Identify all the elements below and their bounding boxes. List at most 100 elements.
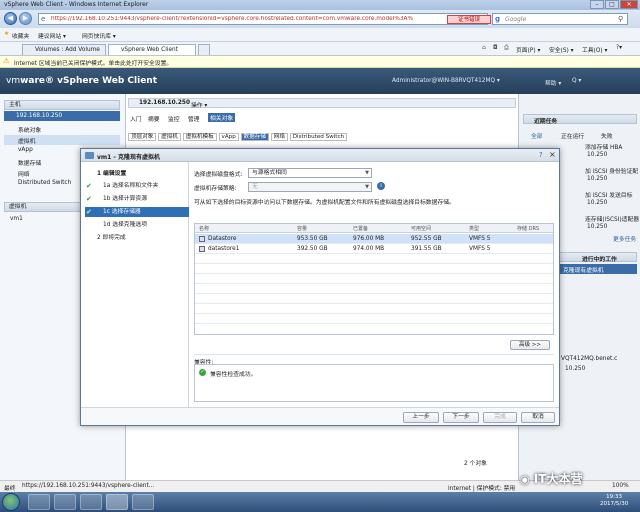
home-icon[interactable]: ⌂ [482,45,486,51]
step-edit-settings[interactable]: 1 编辑设置 [85,169,189,179]
workspace-host: 192.168.10.250 [139,100,190,106]
tab-summary[interactable]: 摘要 [148,114,160,123]
tasks-tab-failed[interactable]: 失败 [601,131,613,140]
start-button[interactable] [2,493,20,511]
dialog-title: vm1 - 克隆现有虚拟机 [97,154,161,161]
col-free[interactable]: 可用空间 [411,225,431,232]
actions-menu[interactable]: 操作 ▾ [191,100,207,109]
taskbar-clock[interactable]: 19:33 2017/5/30 [600,494,628,508]
col-name[interactable]: 名称 [199,225,209,232]
cancel-button[interactable]: 取消 [521,412,555,423]
nav-item-datastores[interactable]: 数据存储 [18,158,41,167]
feeds-icon[interactable]: ◘ [493,45,498,51]
menu-safety[interactable]: 安全(S) ▾ [549,45,574,54]
nav-item-system-objects[interactable]: 系统对象 [18,125,41,134]
maximize-button[interactable]: □ [605,0,619,9]
tab-monitor[interactable]: 监控 [168,114,180,123]
logo-brand: vm [6,76,21,86]
nav-item-vms[interactable]: 虚拟机 [18,136,35,145]
explorer-icon[interactable] [80,494,102,510]
menu-tools[interactable]: 工具(O) ▾ [582,45,607,54]
nav-item-dswitch[interactable]: Distributed Switch [18,180,71,186]
col-capacity[interactable]: 容量 [297,225,307,232]
subtab-top-objects[interactable]: 顶层对象 [128,133,157,141]
subtab-dswitch[interactable]: Distributed Switch [289,133,348,141]
print-icon[interactable]: ⎙ [504,45,509,52]
advanced-button[interactable]: 高级 >> [510,340,550,350]
more-tasks-link[interactable]: 更多任务 [613,234,636,243]
forward-button[interactable]: ▶ [19,12,32,25]
info-bar[interactable]: ⚠ Internet 区域当前已关闭保护模式。单击此处打开安全设置。 [0,56,640,68]
table-row[interactable]: datastore1 392.50 GB 974.00 MB 391.55 GB… [195,244,553,254]
search-box[interactable]: g Google ⚲ [492,13,628,25]
cell-name: datastore1 [208,246,240,252]
disk-format-value: 与源格式相同 [252,170,287,176]
zoom-level[interactable]: 100% [612,483,629,489]
menu-page[interactable]: 页面(P) ▾ [516,45,540,54]
subtab-vapp[interactable]: vApp [218,133,239,141]
tab-related-objects[interactable]: 相关对象 [208,113,236,122]
logo-rest: ware® vSphere Web Client [20,76,158,86]
recent-tasks-header[interactable]: 近期任务 [523,114,637,125]
user-menu[interactable]: Administrator@WIN-B8RVQT412MQ ▾ [392,78,500,84]
storage-policy-select[interactable]: 无 ▼ [248,182,372,192]
address-bar[interactable]: e https://192.168.10.251:9443/vsphere-cl… [38,13,500,25]
next-step-button[interactable]: 下一步 [443,412,479,423]
nav-item-vm1[interactable]: vm1 [10,216,23,222]
help-icon[interactable]: ? [539,151,543,159]
tab-getting-started[interactable]: 入门 [130,114,142,123]
powershell-icon[interactable] [54,494,76,510]
col-type[interactable]: 类型 [469,225,479,232]
back-button[interactable]: ◀ [4,12,17,25]
col-storage-drs[interactable]: 存储 DRS [517,225,539,232]
close-icon[interactable]: × [549,150,556,159]
nav-item-vapp[interactable]: vApp [18,147,33,153]
step-name-folder[interactable]: ✔ 1a 选择名称和文件夹 [85,181,189,191]
subtab-datastores[interactable]: 数据存储 [240,133,269,141]
subtab-vm-templates[interactable]: 虚拟机模板 [182,133,217,141]
vm-icon [85,152,94,159]
fav-item-web-slices[interactable]: 网页快讯库 ▾ [82,31,116,40]
tab-manage[interactable]: 管理 [188,114,200,123]
global-search-menu[interactable]: Q ▾ [572,78,581,84]
step-ready-complete[interactable]: 2 即将完成 [85,233,189,243]
page-icon: e [41,15,46,23]
back-step-button[interactable]: 上一步 [403,412,439,423]
disk-format-select[interactable]: 与源格式相同 ▼ [248,168,372,178]
task-line: 连存储(iSCSI)适配器 [585,217,640,223]
menu-help[interactable]: ?▾ [616,45,622,51]
favorites-button[interactable]: 收藏夹 [12,31,29,40]
tasks-tab-running[interactable]: 正在运行 [561,131,584,140]
finish-button[interactable]: 完成 [483,412,517,423]
col-provisioned[interactable]: 已置备 [353,225,368,232]
task-line: VQT412MQ.benet.c [561,356,618,362]
table-row-empty [195,314,553,324]
favorites-star-icon[interactable]: ★ [4,31,9,37]
server-manager-icon[interactable] [28,494,50,510]
step-compute-resource[interactable]: ✔ 1b 选择计算资源 [85,194,189,204]
close-window-button[interactable]: ✕ [620,0,638,9]
info-icon[interactable]: i [377,182,385,190]
search-icon[interactable]: ⚲ [618,15,623,23]
tasks-tab-all[interactable]: 全部 [531,131,543,140]
step-storage[interactable]: ✔ 1c 选择存储器 [85,207,189,217]
table-row[interactable]: Datastore 953.50 GB 976.00 MB 952.55 GB … [195,234,553,244]
compat-box: ✓ 兼容性检查成功。 [194,364,554,402]
nav-item-networks[interactable]: 网络 [18,169,30,178]
tab-volumes[interactable]: Volumes : Add Volume [22,44,106,55]
new-tab-button[interactable] [198,44,210,55]
ie-taskbar-icon[interactable] [106,494,128,510]
subtab-networks[interactable]: 网络 [270,133,288,141]
app-taskbar-icon[interactable] [132,494,154,510]
wip-item[interactable]: 克隆现有虚拟机 [563,265,604,274]
minimize-button[interactable]: – [590,0,604,9]
step-clone-options[interactable]: 1d 选择克隆选项 [85,220,189,230]
navigator-host-item[interactable]: 192.168.10.250 [4,111,120,121]
cert-error-badge[interactable]: 证书错误 [447,15,491,24]
navigator-host-header[interactable]: 主机 [4,100,120,110]
task-line: 添加存储 HBA [585,145,623,151]
fav-item-suggested-sites[interactable]: 建议网站 ▾ [38,31,66,40]
tab-vsphere[interactable]: vSphere Web Client [108,44,196,55]
subtab-vms[interactable]: 虚拟机 [158,133,181,141]
help-menu[interactable]: 帮助 ▾ [545,78,561,87]
